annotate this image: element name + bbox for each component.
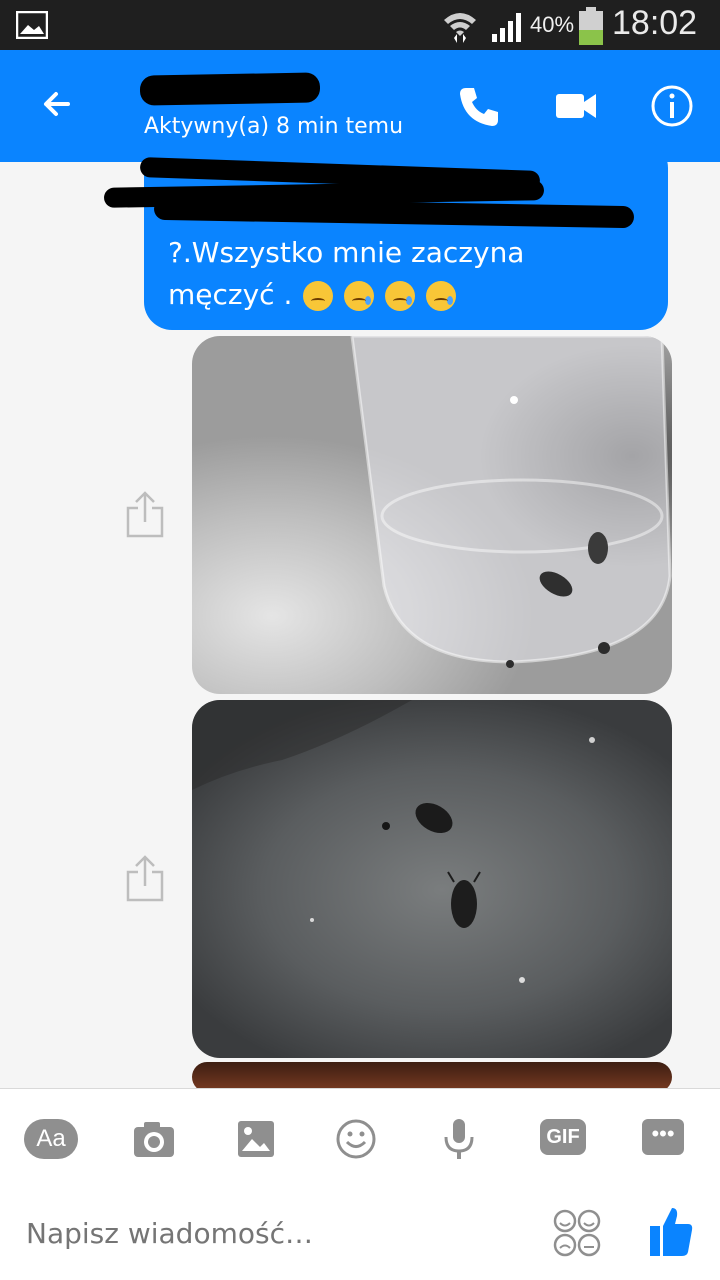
text-mode-button[interactable]: Aa — [24, 1119, 78, 1159]
concrete-photo-drawing — [192, 700, 595, 983]
camera-icon[interactable] — [130, 1119, 186, 1159]
more-options-button[interactable]: ••• — [642, 1119, 684, 1155]
crying-face-emoji — [425, 281, 456, 311]
emoji-icon[interactable] — [336, 1119, 392, 1159]
video-camera-icon[interactable] — [554, 88, 598, 124]
message-composer — [0, 1184, 720, 1280]
message-input[interactable] — [24, 1208, 488, 1258]
redacted-text — [153, 197, 635, 229]
insects-on-concrete-photo[interactable] — [192, 700, 672, 1058]
thumbs-up-icon[interactable] — [648, 1204, 694, 1260]
share-icon[interactable] — [124, 854, 166, 902]
sent-message-bubble[interactable]: ?.Wszystko mnie zaczyna męczyć . — [103, 140, 668, 330]
clock: 18:02 — [612, 4, 698, 42]
gallery-icon — [16, 11, 48, 39]
message-text: ?.Wszystko mnie zaczyna męczyć . — [168, 232, 638, 316]
wifi-icon — [444, 13, 476, 43]
image-icon[interactable] — [236, 1119, 292, 1159]
insects-in-glass-jar-photo[interactable] — [192, 336, 672, 694]
battery-icon — [579, 7, 603, 45]
jar-photo-drawing — [350, 336, 672, 668]
gif-button[interactable]: GIF — [540, 1119, 586, 1155]
crying-face-emoji — [344, 281, 375, 311]
info-icon[interactable] — [650, 84, 694, 128]
signal-icon — [492, 13, 521, 42]
back-arrow-icon[interactable] — [28, 78, 84, 134]
share-icon[interactable] — [124, 490, 166, 538]
composer-toolbar: Aa GIF ••• — [0, 1088, 720, 1185]
microphone-icon[interactable] — [440, 1119, 496, 1159]
phone-icon[interactable] — [456, 84, 502, 130]
disappointed-face-emoji — [303, 281, 334, 311]
battery-percentage: 40% — [530, 12, 575, 37]
active-status: Aktywny(a) 8 min temu — [144, 114, 404, 139]
stickers-icon[interactable] — [552, 1208, 602, 1258]
redacted-contact-name[interactable] — [139, 72, 321, 106]
crying-face-emoji — [385, 281, 416, 311]
status-bar: 40% 18:02 — [0, 0, 720, 50]
